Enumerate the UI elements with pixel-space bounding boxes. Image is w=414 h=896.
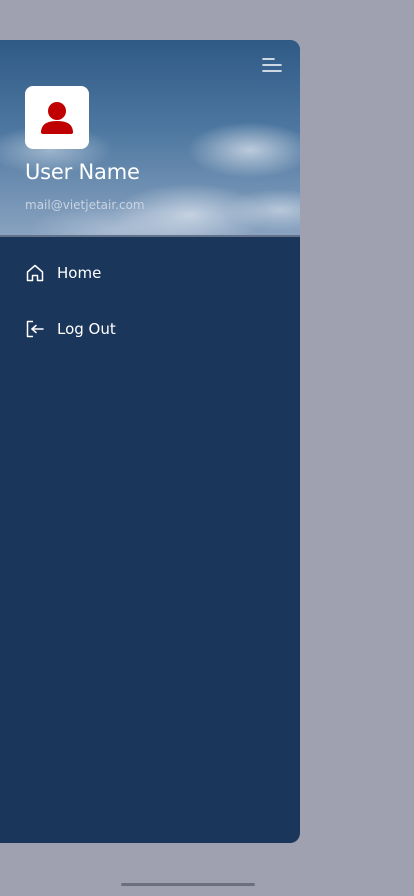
app-screen: User Name mail@vietjetair.com Home Log O…	[0, 0, 414, 896]
nav-item-logout[interactable]: Log Out	[0, 309, 300, 349]
header-divider	[0, 235, 300, 237]
nav-item-home[interactable]: Home	[0, 253, 300, 293]
home-icon	[25, 263, 45, 283]
user-icon	[41, 101, 73, 134]
menu-lines-icon[interactable]	[260, 55, 284, 75]
navigation-drawer: User Name mail@vietjetair.com Home Log O…	[0, 40, 300, 843]
user-name: User Name	[25, 160, 140, 184]
nav-item-label: Home	[57, 264, 102, 282]
drawer-header: User Name mail@vietjetair.com	[0, 40, 300, 237]
nav-item-label: Log Out	[57, 320, 116, 338]
logout-icon	[25, 319, 45, 339]
avatar	[25, 86, 89, 149]
home-indicator[interactable]	[121, 883, 255, 886]
user-email: mail@vietjetair.com	[25, 198, 145, 212]
